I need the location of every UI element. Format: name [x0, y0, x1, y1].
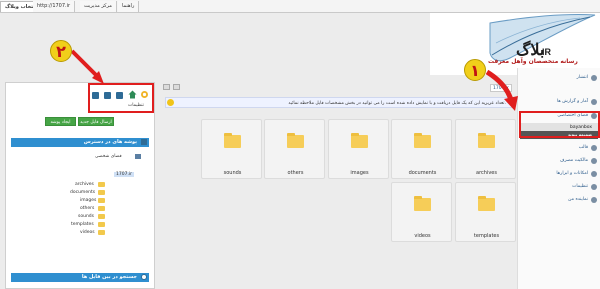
step-badge-2: ۲ — [50, 40, 72, 62]
annotation-arrows — [70, 49, 518, 111]
step-badge-1: ۱ — [464, 59, 486, 81]
